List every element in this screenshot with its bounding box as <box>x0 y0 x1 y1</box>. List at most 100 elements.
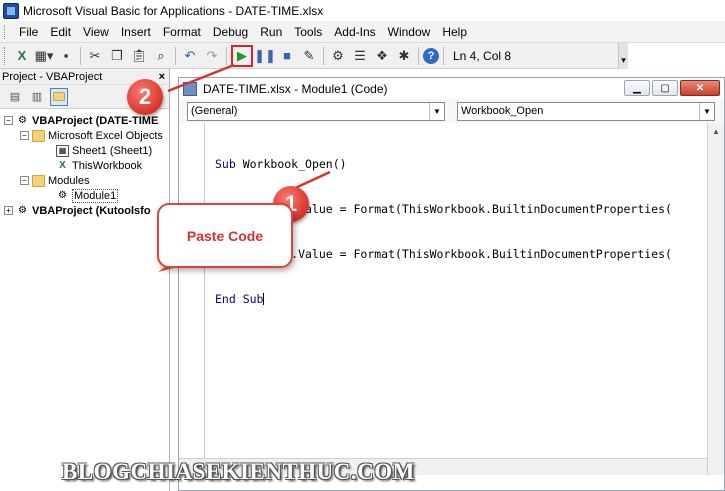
toolbar-separator <box>418 46 419 65</box>
step-2-badge: 2 <box>127 79 163 115</box>
code-text-segment: Workbook_Open() <box>242 157 347 171</box>
minimize-icon[interactable]: ▁ <box>624 80 650 96</box>
object-browser-icon[interactable]: ❖ <box>372 46 392 66</box>
tree-item-module1[interactable]: ⚙ Module1 <box>0 188 169 203</box>
text-cursor <box>263 293 265 305</box>
view-code-icon[interactable]: ▤ <box>6 88 24 106</box>
maximize-icon[interactable]: ▢ <box>652 80 678 96</box>
watermark: BLOGCHIASEKIENTHUC.COM <box>62 459 415 484</box>
tree-label: Microsoft Excel Objects <box>48 129 163 142</box>
vba-app-icon <box>3 2 19 19</box>
code-window: DATE-TIME.xlsx - Module1 (Code) ▁ ▢ ✕ (G… <box>178 77 725 491</box>
menu-tools[interactable]: Tools <box>288 22 328 42</box>
module-icon: ⚙ <box>58 190 67 201</box>
view-object-icon[interactable]: ▥ <box>28 88 46 106</box>
undo-icon[interactable]: ↶ <box>180 46 200 66</box>
tree-item-excel-objects[interactable]: − Microsoft Excel Objects <box>0 128 169 143</box>
folder-icon <box>32 174 45 187</box>
code-editor[interactable]: Sub Workbook_Open() Range("A1").Value = … <box>179 123 707 475</box>
expand-icon[interactable]: + <box>4 206 13 215</box>
help-icon[interactable]: ? <box>423 47 439 64</box>
tree-label: VBAProject (Kutoolsfo <box>32 204 151 217</box>
collapse-icon[interactable]: − <box>4 116 13 125</box>
toolbar-options-icon[interactable]: ▾ <box>618 43 628 69</box>
tree-item-sheet1[interactable]: ▦ Sheet1 (Sheet1) <box>0 143 169 158</box>
toolbar-grip[interactable] <box>4 46 7 65</box>
vertical-scrollbar[interactable]: ▲ <box>707 123 724 475</box>
project-explorer: Project - VBAProject × ▤ ▥ − ⚙ VBAProjec… <box>0 69 170 491</box>
copy-icon[interactable]: ❐ <box>107 46 127 66</box>
menu-window[interactable]: Window <box>382 22 437 42</box>
toolbar-separator <box>443 46 444 65</box>
scroll-up-icon[interactable]: ▲ <box>708 123 724 139</box>
procedure-dropdown-value: Workbook_Open <box>461 105 544 117</box>
vba-project-icon: ⚙ <box>18 115 27 126</box>
procedure-dropdown[interactable]: Workbook_Open ▼ <box>457 101 715 121</box>
menu-file[interactable]: File <box>13 22 44 42</box>
close-icon[interactable]: × <box>159 71 165 83</box>
menu-run[interactable]: Run <box>254 22 288 42</box>
toolbar-separator <box>175 46 176 65</box>
tree-label: Modules <box>48 174 90 187</box>
cursor-position: Ln 4, Col 8 <box>453 48 512 63</box>
toolbox-icon[interactable]: ✱ <box>394 46 414 66</box>
keyword: Sub <box>242 292 264 306</box>
stop-icon[interactable]: ■ <box>277 46 297 66</box>
menu-add-ins[interactable]: Add-Ins <box>328 22 381 42</box>
standard-toolbar: X ▦▾ ▪ ✂ ❐ 📋︎ ⌕ ↶ ↷ ▶ ❚❚ ■ ✎ ⚙ ☰ ❖ ✱ ? L… <box>0 43 628 69</box>
worksheet-icon: ▦ <box>56 144 69 157</box>
paste-icon[interactable]: 📋︎ <box>129 46 149 66</box>
menu-bar: File Edit View Insert Format Debug Run T… <box>0 21 725 43</box>
menu-help[interactable]: Help <box>436 22 473 42</box>
module-icon <box>183 81 197 96</box>
insert-module-icon[interactable]: ▦▾ <box>34 46 54 66</box>
chevron-down-icon[interactable]: ▼ <box>429 102 444 120</box>
toolbar-separator <box>226 46 227 65</box>
window-title: Microsoft Visual Basic for Applications … <box>23 3 324 18</box>
play-icon[interactable]: ▶ <box>231 44 253 67</box>
tree-item-thisworkbook[interactable]: X ThisWorkbook <box>0 158 169 173</box>
code-window-title: DATE-TIME.xlsx - Module1 (Code) <box>203 81 388 96</box>
collapse-icon[interactable]: − <box>20 176 29 185</box>
cut-icon[interactable]: ✂ <box>85 46 105 66</box>
menu-insert[interactable]: Insert <box>115 22 157 42</box>
title-bar: Microsoft Visual Basic for Applications … <box>0 0 725 21</box>
tree-label: ThisWorkbook <box>72 159 143 172</box>
tree-item-project[interactable]: − ⚙ VBAProject (DATE-TIME <box>0 113 169 128</box>
code-line: Sub Workbook_Open() <box>215 157 672 172</box>
design-mode-icon[interactable]: ✎ <box>299 46 319 66</box>
chevron-down-icon[interactable]: ▼ <box>699 102 714 120</box>
find-icon[interactable]: ⌕ <box>151 46 171 66</box>
project-explorer-title: Project - VBAProject <box>2 70 103 83</box>
object-dropdown-value: (General) <box>191 105 238 117</box>
menu-edit[interactable]: Edit <box>44 22 77 42</box>
window-controls: ▁ ▢ ✕ <box>622 80 720 96</box>
code-window-combos: (General) ▼ Workbook_Open ▼ <box>179 99 724 123</box>
keyword: End <box>215 292 243 306</box>
redo-icon[interactable]: ↷ <box>202 46 222 66</box>
paste-code-label: Paste Code <box>186 227 264 244</box>
paste-code-callout: Paste Code <box>157 203 293 268</box>
menu-format[interactable]: Format <box>157 22 207 42</box>
properties-icon[interactable]: ☰ <box>350 46 370 66</box>
pause-icon[interactable]: ❚❚ <box>254 46 276 66</box>
vba-project-icon: ⚙ <box>18 205 27 216</box>
tree-item-modules[interactable]: − Modules <box>0 173 169 188</box>
toolbar-separator <box>323 46 324 65</box>
folder-icon <box>32 129 45 142</box>
tree-label: Module1 <box>72 188 119 203</box>
object-dropdown[interactable]: (General) ▼ <box>187 101 445 121</box>
save-icon[interactable]: ▪ <box>56 46 76 66</box>
keyword: Sub <box>215 157 243 171</box>
toggle-folders-icon[interactable] <box>50 87 68 106</box>
menu-view[interactable]: View <box>77 22 115 42</box>
menu-debug[interactable]: Debug <box>207 22 254 42</box>
close-icon[interactable]: ✕ <box>680 80 720 96</box>
margin-indicator-bar[interactable] <box>179 123 205 475</box>
menu-grip[interactable] <box>4 24 7 39</box>
project-explorer-icon[interactable]: ⚙ <box>328 46 348 66</box>
tree-label: VBAProject (DATE-TIME <box>32 114 159 127</box>
tree-item-project-kutools[interactable]: + ⚙ VBAProject (Kutoolsfo <box>0 203 169 218</box>
excel-icon[interactable]: X <box>12 46 32 66</box>
collapse-icon[interactable]: − <box>20 131 29 140</box>
